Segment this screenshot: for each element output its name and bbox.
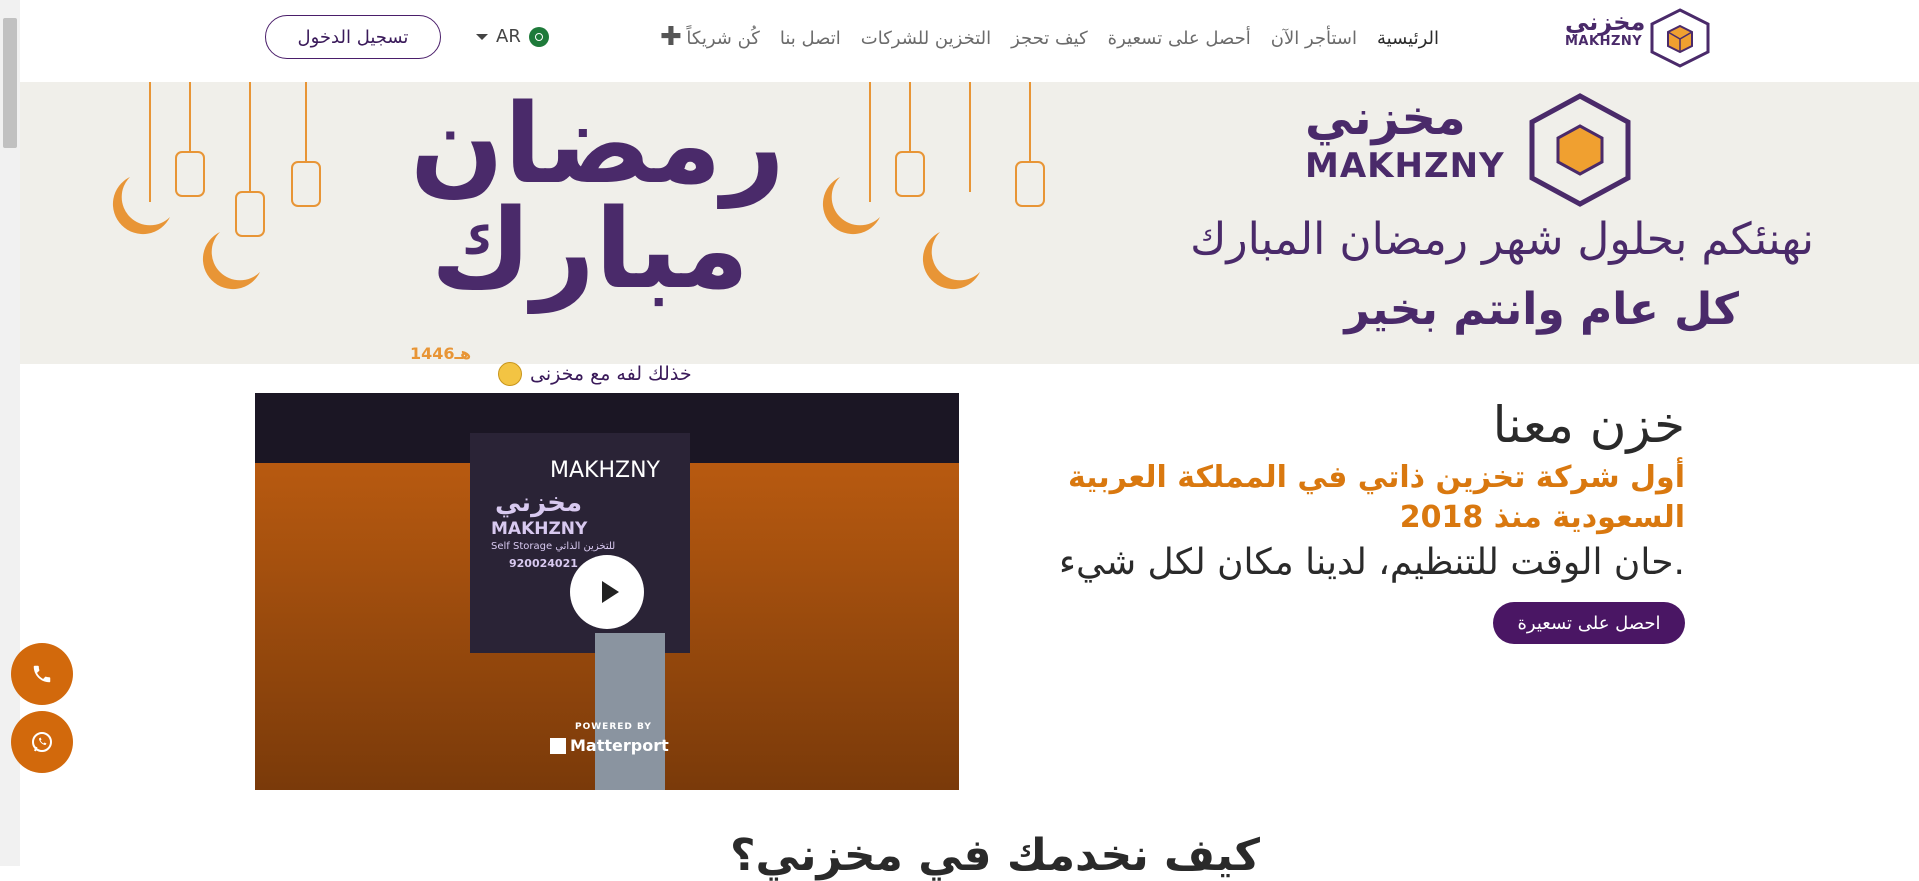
powered-by-label: POWERED BY — [575, 722, 652, 732]
video-caption-text: خذلك لفه مع مخزنى — [530, 363, 692, 385]
hero-description: حان الوقت للتنظيم، لدينا مكان لكل شيء. — [1059, 542, 1685, 583]
matterport-logo[interactable]: Matterport — [550, 736, 669, 755]
matterport-label: Matterport — [570, 736, 669, 755]
nav-item-partner[interactable]: كُن شريكاً — [676, 24, 769, 54]
get-quote-button[interactable]: احصل على تسعيرة — [1493, 602, 1685, 644]
play-button-icon[interactable] — [570, 555, 644, 629]
video-sign-ar: مخزني — [495, 488, 583, 518]
video-sign-subtitle: Self Storage للتخزين الذاتي — [491, 541, 616, 552]
wink-emoji-icon — [498, 362, 522, 386]
virtual-tour-video[interactable]: MAKHZNY مخزني MAKHZNY Self Storage للتخز… — [255, 393, 959, 790]
hijri-year: 1446هـ — [410, 344, 472, 363]
video-sign-phone: 920024021 — [509, 557, 578, 570]
makhzny-banner-logo-icon — [1529, 93, 1631, 207]
language-selector[interactable]: AR — [476, 26, 549, 47]
main-nav: الرئيسية استأجر الآن أحصل على تسعيرة كيف… — [676, 24, 1449, 54]
chevron-down-icon — [476, 33, 488, 40]
call-button[interactable] — [11, 643, 73, 705]
banner-wishes-line: كل عام وانتم بخير — [1344, 284, 1739, 335]
nav-item-business-storage[interactable]: التخزين للشركات — [851, 24, 1001, 54]
services-section-heading: كيف نخدمك في مخزني؟ — [730, 830, 1260, 881]
logo-text-en: MAKHZNY — [1565, 34, 1643, 49]
login-button[interactable]: تسجيل الدخول — [265, 15, 441, 59]
ramadan-line1: رمضان — [410, 82, 786, 208]
nav-item-home[interactable]: الرئيسية — [1367, 24, 1449, 54]
hero-subtitle: أول شركة تخزين ذاتي في المملكة العربية ا… — [1067, 460, 1685, 535]
whatsapp-button[interactable] — [11, 711, 73, 773]
ramadan-banner[interactable]: رمضان مبارك 1446هـ مخزني MAKHZNY نهنئكم … — [20, 82, 1919, 364]
nav-item-how-to-book[interactable]: كيف تحجز — [1001, 24, 1098, 54]
banner-brand-en: MAKHZNY — [1305, 146, 1505, 186]
logo-text-ar: مخزني — [1565, 8, 1646, 36]
banner-greeting-line: نهنئكم بحلول شهر رمضان المبارك — [1190, 214, 1814, 265]
whatsapp-icon — [32, 732, 52, 752]
saudi-flag-icon — [528, 26, 549, 47]
phone-icon — [33, 665, 51, 683]
video-sign-en: MAKHZNY — [491, 519, 588, 539]
ramadan-line2: مبارك — [430, 185, 750, 313]
hero-title: خزن معنا — [1492, 396, 1685, 454]
plus-icon[interactable]: ✚ — [660, 22, 682, 52]
scrollbar-thumb[interactable] — [3, 18, 17, 148]
matterport-icon — [550, 737, 566, 754]
video-caption: خذلك لفه مع مخزنى — [498, 362, 692, 386]
site-header: مخزني MAKHZNY الرئيسية استأجر الآن أحصل … — [20, 0, 1919, 80]
nav-item-contact[interactable]: اتصل بنا — [770, 24, 851, 54]
banner-brand-ar: مخزني — [1305, 90, 1466, 146]
video-brand-label: MAKHZNY — [550, 458, 660, 483]
nav-item-get-quote[interactable]: أحصل على تسعيرة — [1098, 24, 1261, 54]
ramadan-greeting-title: رمضان مبارك — [410, 82, 786, 313]
video-entrance-door — [595, 633, 665, 790]
nav-item-rent-now[interactable]: استأجر الآن — [1261, 24, 1367, 54]
language-label: AR — [496, 26, 521, 47]
